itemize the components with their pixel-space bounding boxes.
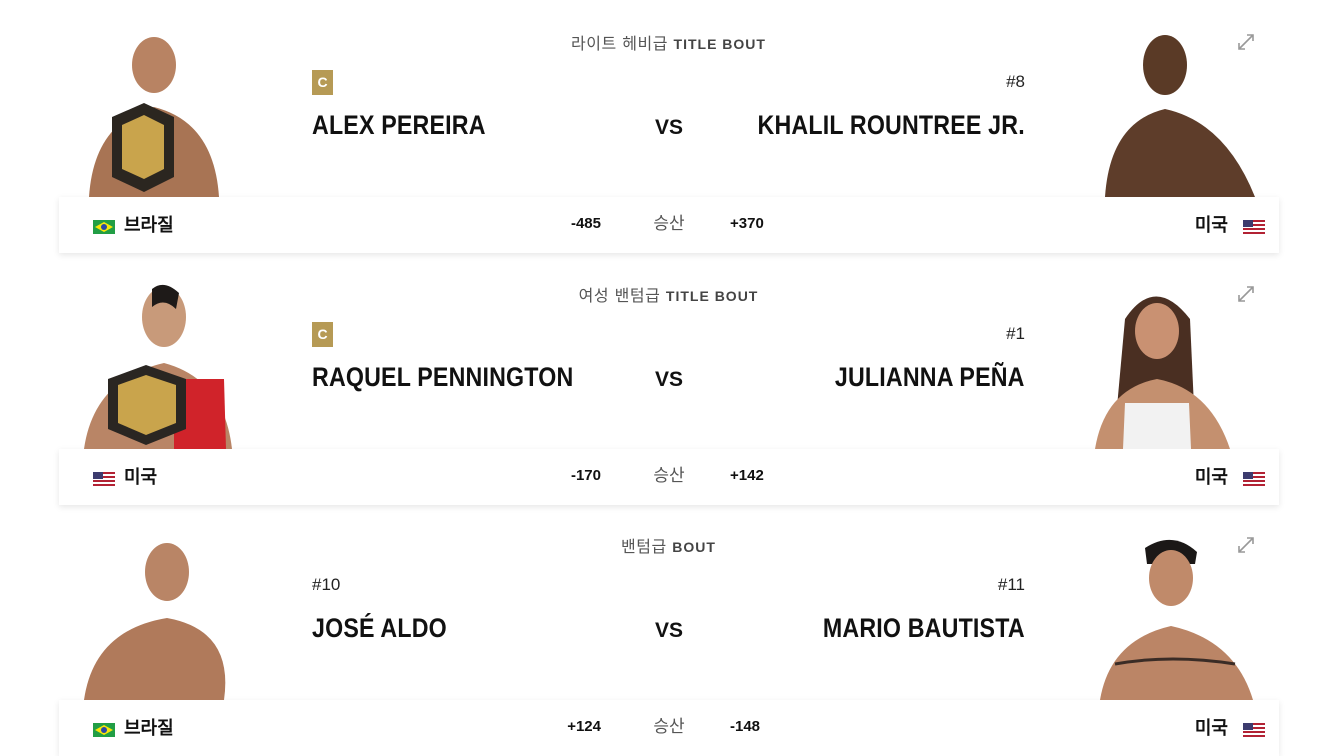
- fight-card-footer: 미국 -170 승산 +142 미국: [59, 449, 1279, 505]
- weight-class: 밴텀급: [621, 537, 667, 556]
- usa-flag-icon: [1243, 472, 1265, 486]
- brazil-flag-icon: [93, 723, 115, 737]
- bout-label: TITLE BOUT: [673, 36, 766, 52]
- expand-icon[interactable]: [1236, 284, 1256, 304]
- champion-badge: C: [312, 322, 333, 347]
- fight-card[interactable]: 브라질 +124 승산 -148 미국 밴텀급 BOUT #10 JOSÉ AL…: [0, 503, 1337, 756]
- weight-class: 여성 밴텀급: [578, 286, 661, 305]
- vs-label: VS: [655, 368, 684, 391]
- fight-card-footer: 브라질 -485 승산 +370 미국: [59, 197, 1279, 253]
- blue-fighter-odds: -148: [730, 718, 761, 735]
- bout-label: BOUT: [672, 539, 716, 555]
- red-fighter-name[interactable]: ALEX PEREIRA: [312, 110, 486, 141]
- blue-fighter-country: 미국: [1194, 718, 1228, 739]
- vs-label: VS: [655, 116, 684, 139]
- expand-icon[interactable]: [1236, 32, 1256, 52]
- blue-fighter-odds: +142: [730, 467, 764, 484]
- blue-fighter-name[interactable]: KHALIL ROUNTREE JR.: [758, 110, 1025, 141]
- usa-flag-icon: [93, 472, 115, 486]
- red-fighter-odds: +124: [567, 718, 601, 735]
- red-fighter-country: 브라질: [124, 718, 174, 739]
- blue-fighter-rank: #1: [1006, 324, 1025, 343]
- champion-badge: C: [312, 70, 333, 95]
- bout-label: TITLE BOUT: [665, 288, 759, 304]
- red-fighter-name[interactable]: JOSÉ ALDO: [312, 613, 447, 644]
- expand-icon[interactable]: [1236, 535, 1256, 555]
- blue-fighter-photo[interactable]: [1085, 530, 1265, 700]
- blue-fighter-photo[interactable]: [1085, 27, 1265, 197]
- blue-fighter-photo[interactable]: [1085, 279, 1265, 449]
- blue-fighter-country: 미국: [1194, 215, 1228, 236]
- blue-fighter-rank: #8: [1006, 72, 1025, 91]
- brazil-flag-icon: [93, 220, 115, 234]
- red-fighter-name[interactable]: RAQUEL PENNINGTON: [312, 362, 573, 393]
- fight-card-footer: 브라질 +124 승산 -148 미국: [59, 700, 1279, 756]
- usa-flag-icon: [1243, 220, 1265, 234]
- odds-label: 승산: [653, 466, 685, 486]
- odds-label: 승산: [653, 717, 685, 737]
- red-fighter-odds: -485: [570, 215, 601, 232]
- red-fighter-country: 미국: [124, 467, 158, 488]
- blue-fighter-odds: +370: [730, 215, 764, 232]
- red-fighter-odds: -170: [570, 467, 601, 484]
- vs-label: VS: [655, 619, 684, 642]
- fight-card[interactable]: 미국 -170 승산 +142 미국 여성 밴텀급 TITLE BOUT C R…: [0, 252, 1337, 505]
- usa-flag-icon: [1243, 723, 1265, 737]
- blue-fighter-country: 미국: [1194, 467, 1228, 488]
- red-fighter-rank: #10: [312, 575, 341, 594]
- odds-label: 승산: [653, 214, 685, 234]
- blue-fighter-rank: #11: [997, 575, 1025, 594]
- blue-fighter-name[interactable]: MARIO BAUTISTA: [823, 613, 1025, 644]
- fight-card[interactable]: 브라질 -485 승산 +370 미국 라이트 헤비급 TITLE BOUT C…: [0, 0, 1337, 253]
- blue-fighter-name[interactable]: JULIANNA PEÑA: [835, 362, 1025, 393]
- weight-class: 라이트 헤비급: [571, 34, 668, 53]
- red-fighter-country: 브라질: [124, 215, 174, 236]
